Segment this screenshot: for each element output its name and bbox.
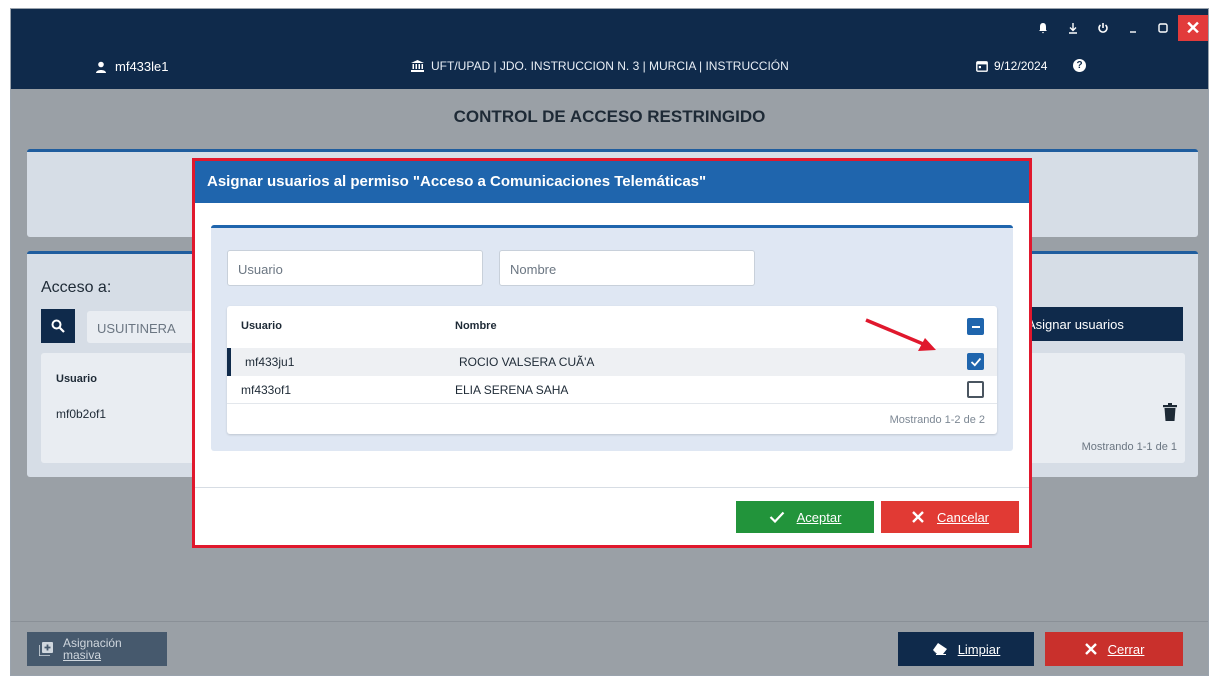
- row-checkbox[interactable]: [967, 353, 984, 370]
- nombre-filter-input[interactable]: Nombre: [499, 250, 755, 286]
- cerrar-label: Cerrar: [1107, 641, 1145, 657]
- red-arrow-annotation: [865, 318, 936, 351]
- app-window: ✕ mf433le1 UFT/UPAD | JDO. INSTRUCCION N…: [10, 8, 1209, 676]
- usuario-filter-input[interactable]: Usuario: [227, 250, 483, 286]
- eraser-icon: [932, 643, 947, 655]
- aceptar-label: Aceptar: [796, 509, 842, 525]
- user-icon: [96, 61, 106, 73]
- row-nombre: ROCIO VALSERA CUÃ'A: [459, 355, 595, 369]
- asignar-usuarios-button[interactable]: Asignar usuarios: [1023, 307, 1183, 341]
- dialog-title: Asignar usuarios al permiso "Acceso a Co…: [195, 161, 1029, 203]
- dialog-divider: [195, 487, 1029, 488]
- restore-icon[interactable]: [1148, 16, 1178, 40]
- users-table-footer: Mostrando 1-2 de 2: [889, 414, 985, 426]
- close-x-icon: [1084, 643, 1097, 655]
- power-icon[interactable]: [1088, 16, 1118, 40]
- search-icon: [51, 319, 65, 333]
- row-usuario: mf433ju1: [245, 355, 295, 369]
- minimize-icon[interactable]: [1118, 16, 1148, 40]
- current-user: mf433le1: [95, 59, 168, 74]
- page-title: CONTROL DE ACCESO RESTRINGIDO: [453, 107, 766, 126]
- masiva-label: Asignación masiva: [63, 636, 122, 662]
- row-checkbox[interactable]: [967, 381, 984, 398]
- download-icon[interactable]: [1058, 16, 1088, 40]
- row-usuario: mf433of1: [241, 383, 292, 397]
- aceptar-button[interactable]: Aceptar: [736, 501, 874, 533]
- user-name: mf433le1: [115, 59, 169, 74]
- cerrar-button[interactable]: Cerrar: [1045, 632, 1183, 666]
- select-all-checkbox[interactable]: [967, 318, 984, 335]
- table-header-usuario: Usuario: [56, 373, 97, 385]
- trash-icon[interactable]: [1163, 403, 1177, 421]
- row-nombre: ELIA SERENA SAHA: [455, 383, 569, 397]
- search-button[interactable]: [41, 309, 75, 343]
- date-text: 9/12/2024: [994, 59, 1048, 73]
- court-text: UFT/UPAD | JDO. INSTRUCCION N. 3 | MURCI…: [431, 59, 789, 73]
- window-controls: ✕: [1028, 15, 1208, 41]
- cancelar-label: Cancelar: [936, 509, 990, 525]
- bulk-add-icon: [39, 642, 53, 656]
- court-info: UFT/UPAD | JDO. INSTRUCCION N. 3 | MURCI…: [411, 59, 789, 73]
- limpiar-label: Limpiar: [957, 641, 1001, 657]
- table-row[interactable]: mf433of1 ELIA SERENA SAHA: [227, 376, 997, 404]
- app-header: ✕ mf433le1 UFT/UPAD | JDO. INSTRUCCION N…: [11, 9, 1208, 89]
- bell-icon[interactable]: [1028, 16, 1058, 40]
- asignacion-masiva-button[interactable]: Asignación masiva: [27, 632, 167, 666]
- column-header-nombre: Nombre: [455, 320, 497, 332]
- calendar-icon: [976, 61, 988, 72]
- acceso-label: Acceso a:: [41, 279, 112, 296]
- current-date: 9/12/2024: [976, 59, 1047, 73]
- table-footer-count: Mostrando 1-1 de 1: [1081, 441, 1177, 453]
- access-search-input[interactable]: USUITINERA: [87, 311, 207, 343]
- limpiar-button[interactable]: Limpiar: [898, 632, 1034, 666]
- table-row[interactable]: mf0b2of1: [56, 407, 106, 421]
- help-icon[interactable]: ?: [1073, 59, 1086, 72]
- cancelar-button[interactable]: Cancelar: [881, 501, 1019, 533]
- close-icon[interactable]: ✕: [1178, 15, 1208, 41]
- check-icon: [769, 511, 784, 523]
- column-header-usuario: Usuario: [241, 320, 282, 332]
- close-x-icon: [912, 511, 924, 523]
- institution-icon: [411, 60, 424, 72]
